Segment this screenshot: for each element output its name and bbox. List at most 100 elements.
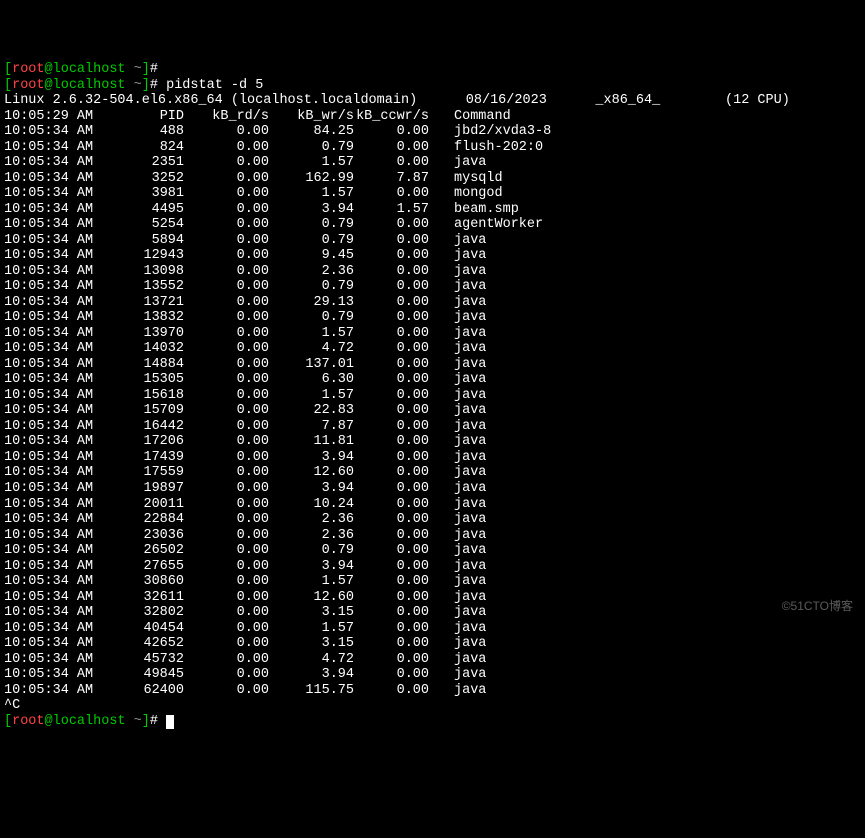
cell-pid: 22884 xyxy=(99,512,184,528)
cell-rd: 0.00 xyxy=(184,171,269,187)
prompt-user: root xyxy=(12,62,44,77)
cell-rd: 0.00 xyxy=(184,497,269,513)
cell-cmd: java xyxy=(454,357,486,373)
cell-wr: 115.75 xyxy=(269,683,354,699)
cell-time: 10:05:34 AM xyxy=(4,481,99,497)
cell-wr: 0.79 xyxy=(269,233,354,249)
table-row: 10:05:34 AM58940.000.790.00java xyxy=(4,233,861,249)
prompt-line-prev: [root@localhost ~]# xyxy=(4,62,861,78)
cell-ccwr: 0.00 xyxy=(354,652,429,668)
cell-ccwr: 0.00 xyxy=(354,310,429,326)
table-row: 10:05:34 AM326110.0012.600.00java xyxy=(4,590,861,606)
table-row: 10:05:34 AM276550.003.940.00java xyxy=(4,559,861,575)
cell-pid: 13552 xyxy=(99,279,184,295)
cell-wr: 3.15 xyxy=(269,636,354,652)
cell-time: 10:05:34 AM xyxy=(4,341,99,357)
cell-pid: 27655 xyxy=(99,559,184,575)
cell-cmd: java xyxy=(454,264,486,280)
cell-wr: 1.57 xyxy=(269,574,354,590)
cell-ccwr: 0.00 xyxy=(354,233,429,249)
cell-wr: 29.13 xyxy=(269,295,354,311)
table-row: 10:05:34 AM44950.003.941.57beam.smp xyxy=(4,202,861,218)
cell-cmd: java xyxy=(454,667,486,683)
cell-cmd: mysqld xyxy=(454,171,503,187)
cell-wr: 2.36 xyxy=(269,528,354,544)
table-row: 10:05:34 AM498450.003.940.00java xyxy=(4,667,861,683)
cell-time: 10:05:34 AM xyxy=(4,667,99,683)
cell-pid: 488 xyxy=(99,124,184,140)
cell-cmd: java xyxy=(454,543,486,559)
cell-pid: 13721 xyxy=(99,295,184,311)
cell-ccwr: 0.00 xyxy=(354,605,429,621)
cell-rd: 0.00 xyxy=(184,217,269,233)
cell-wr: 0.79 xyxy=(269,217,354,233)
cell-ccwr: 0.00 xyxy=(354,124,429,140)
cell-pid: 4495 xyxy=(99,202,184,218)
prompt-symbol: # xyxy=(150,78,158,93)
cell-rd: 0.00 xyxy=(184,295,269,311)
cell-pid: 49845 xyxy=(99,667,184,683)
table-row: 10:05:34 AM175590.0012.600.00java xyxy=(4,465,861,481)
cell-ccwr: 0.00 xyxy=(354,434,429,450)
cell-time: 10:05:34 AM xyxy=(4,372,99,388)
cell-ccwr: 0.00 xyxy=(354,341,429,357)
cursor-icon[interactable] xyxy=(166,715,174,729)
cell-cmd: beam.smp xyxy=(454,202,519,218)
cell-cmd: java xyxy=(454,621,486,637)
cell-time: 10:05:34 AM xyxy=(4,528,99,544)
cell-rd: 0.00 xyxy=(184,465,269,481)
cell-rd: 0.00 xyxy=(184,543,269,559)
cell-time: 10:05:34 AM xyxy=(4,171,99,187)
cell-time: 10:05:34 AM xyxy=(4,465,99,481)
cell-time: 10:05:34 AM xyxy=(4,543,99,559)
cell-time: 10:05:34 AM xyxy=(4,233,99,249)
cell-pid: 32611 xyxy=(99,590,184,606)
cell-wr: 0.79 xyxy=(269,140,354,156)
cell-ccwr: 1.57 xyxy=(354,202,429,218)
table-row: 10:05:34 AM130980.002.360.00java xyxy=(4,264,861,280)
cell-ccwr: 0.00 xyxy=(354,357,429,373)
cell-pid: 824 xyxy=(99,140,184,156)
table-row: 10:05:34 AM164420.007.870.00java xyxy=(4,419,861,435)
table-row: 10:05:34 AM265020.000.790.00java xyxy=(4,543,861,559)
table-row: 10:05:34 AM172060.0011.810.00java xyxy=(4,434,861,450)
prompt-cwd: ~ xyxy=(134,78,142,93)
cell-time: 10:05:34 AM xyxy=(4,310,99,326)
cell-wr: 9.45 xyxy=(269,248,354,264)
cell-time: 10:05:34 AM xyxy=(4,419,99,435)
cell-ccwr: 0.00 xyxy=(354,248,429,264)
cell-rd: 0.00 xyxy=(184,605,269,621)
cell-rd: 0.00 xyxy=(184,202,269,218)
cell-ccwr: 7.87 xyxy=(354,171,429,187)
table-row: 10:05:34 AM139700.001.570.00java xyxy=(4,326,861,342)
cell-wr: 6.30 xyxy=(269,372,354,388)
cell-ccwr: 0.00 xyxy=(354,155,429,171)
prompt-line-next[interactable]: [root@localhost ~]# xyxy=(4,714,861,730)
cell-wr: 3.94 xyxy=(269,559,354,575)
cell-time: 10:05:34 AM xyxy=(4,248,99,264)
table-row: 10:05:34 AM156180.001.570.00java xyxy=(4,388,861,404)
prompt-user: root xyxy=(12,714,44,729)
cell-cmd: java xyxy=(454,419,486,435)
cell-pid: 13832 xyxy=(99,310,184,326)
cell-ccwr: 0.00 xyxy=(354,636,429,652)
cell-cmd: java xyxy=(454,481,486,497)
cell-rd: 0.00 xyxy=(184,512,269,528)
cell-time: 10:05:34 AM xyxy=(4,434,99,450)
cell-ccwr: 0.00 xyxy=(354,279,429,295)
cell-wr: 22.83 xyxy=(269,403,354,419)
cell-pid: 40454 xyxy=(99,621,184,637)
cell-rd: 0.00 xyxy=(184,434,269,450)
cell-pid: 23036 xyxy=(99,528,184,544)
cell-ccwr: 0.00 xyxy=(354,140,429,156)
cell-time: 10:05:34 AM xyxy=(4,140,99,156)
cell-time: 10:05:34 AM xyxy=(4,388,99,404)
cell-cmd: java xyxy=(454,310,486,326)
table-row: 10:05:34 AM198970.003.940.00java xyxy=(4,481,861,497)
cell-rd: 0.00 xyxy=(184,233,269,249)
cell-ccwr: 0.00 xyxy=(354,419,429,435)
prompt-line-cmd[interactable]: [root@localhost ~]# pidstat -d 5 xyxy=(4,78,861,94)
cell-pid: 17439 xyxy=(99,450,184,466)
table-row: 10:05:34 AM153050.006.300.00java xyxy=(4,372,861,388)
cell-time: 10:05:34 AM xyxy=(4,652,99,668)
